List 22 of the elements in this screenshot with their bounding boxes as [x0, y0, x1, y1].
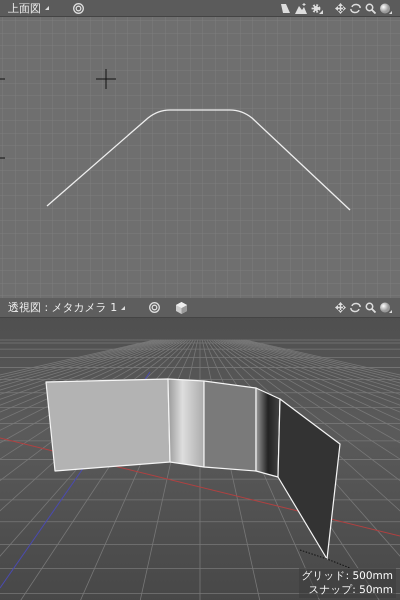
sphere-icon[interactable] [380, 2, 392, 14]
target-icon[interactable] [73, 2, 84, 14]
rotate-icon[interactable] [350, 2, 361, 14]
status-text: グリッド: 500mm [302, 569, 393, 583]
axis-guide [300, 550, 350, 568]
cube-icon[interactable] [176, 302, 188, 314]
dropdown-icon[interactable] [121, 306, 126, 310]
move-icon[interactable] [335, 2, 346, 14]
search-icon[interactable] [365, 302, 376, 313]
view-title[interactable]: 上面図 [8, 2, 41, 14]
rotate-icon[interactable] [350, 302, 361, 313]
triangle-tool-icon[interactable] [280, 2, 291, 14]
search-icon[interactable] [365, 2, 376, 14]
target-icon[interactable] [149, 302, 160, 313]
status-text: スナップ: 50mm [307, 583, 393, 597]
view-title[interactable]: 透視図 : メタカメラ 1 [8, 302, 118, 313]
crosshair-cursor [96, 68, 116, 90]
mountain-icon[interactable] [295, 2, 307, 14]
sphere-icon[interactable] [380, 302, 392, 313]
move-icon[interactable] [335, 302, 346, 313]
gear-icon[interactable] [311, 2, 323, 14]
dropdown-icon[interactable] [45, 6, 49, 10]
